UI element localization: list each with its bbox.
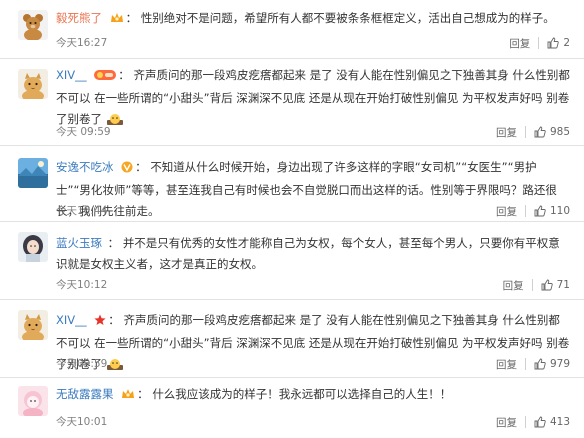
like-count: 2 bbox=[563, 37, 570, 49]
thumbs-up-icon bbox=[534, 358, 546, 370]
avatar[interactable] bbox=[18, 69, 48, 99]
reply-button[interactable]: 回复 bbox=[496, 125, 517, 140]
comment-text: 并不是只有优秀的女性才能称自己为女权，每个女人，甚至每个男人，只要你有平权意识就… bbox=[56, 236, 560, 271]
divider bbox=[524, 358, 526, 370]
comment-time: 今天10:44 bbox=[56, 205, 108, 217]
thumbs-up-icon bbox=[541, 279, 553, 291]
comment-time: 今天 09:59 bbox=[56, 126, 111, 138]
avatar[interactable] bbox=[18, 232, 48, 262]
username[interactable]: 无敌露露果 bbox=[56, 387, 114, 401]
comment-item: 毅死熊了 ： 性别绝对不是问题，希望所有人都不要被条条框框定义，活出自己想成为的… bbox=[0, 0, 584, 58]
cat-icon bbox=[18, 69, 48, 99]
girl-portrait-icon bbox=[18, 232, 48, 262]
username[interactable]: 安逸不吃冰 bbox=[56, 160, 114, 174]
comment-item: XIV__ ： 齐声质问的那一段鸡皮疙瘩都起来 是了 没有人能在性别偏见之下独善… bbox=[0, 58, 584, 145]
like-count: 979 bbox=[549, 358, 570, 370]
like-count: 71 bbox=[556, 279, 570, 291]
comment-text: 齐声质问的那一段鸡皮疙瘩都起来 是了 没有人能在性别偏见之下独善其身 什么性别都… bbox=[56, 68, 570, 126]
divider bbox=[524, 205, 526, 217]
like-count: 110 bbox=[549, 205, 570, 217]
divider bbox=[538, 37, 540, 49]
landscape-icon bbox=[18, 158, 48, 188]
thumbs-up-icon bbox=[534, 416, 546, 428]
thumbs-up-icon bbox=[547, 37, 560, 49]
like-button[interactable]: 985 bbox=[534, 126, 570, 138]
thumbs-up-icon bbox=[534, 205, 546, 217]
comment-text: 什么我应该成为的样子！我永远都可以选择自己的人生！！ bbox=[152, 387, 452, 401]
comment-item: 无敌露露果 ： 什么我应该成为的样子！我永远都可以选择自己的人生！！ 今天10:… bbox=[0, 377, 584, 438]
avatar[interactable] bbox=[18, 386, 48, 416]
like-count: 985 bbox=[549, 126, 570, 138]
comment-time: 今天10:01 bbox=[56, 416, 108, 428]
vip-crown-badge-icon bbox=[121, 386, 135, 407]
username[interactable]: XIV__ bbox=[56, 313, 87, 327]
reply-button[interactable]: 回复 bbox=[496, 357, 517, 372]
username[interactable]: XIV__ bbox=[56, 68, 87, 82]
comment-text: 性别绝对不是问题，希望所有人都不要被条条框框定义，活出自己想成为的样子。 bbox=[140, 11, 555, 25]
level-badge-icon bbox=[94, 67, 117, 88]
divider bbox=[531, 279, 533, 291]
cat-icon bbox=[18, 310, 48, 340]
avatar[interactable] bbox=[18, 310, 48, 340]
reply-button[interactable]: 回复 bbox=[496, 415, 517, 430]
reply-button[interactable]: 回复 bbox=[503, 278, 524, 293]
verified-v-badge-icon bbox=[121, 159, 133, 180]
comment-time: 今天16:27 bbox=[56, 37, 108, 49]
comment-item: XIV__ ： 齐声质问的那一段鸡皮疙瘩都起来 是了 没有人能在性别偏见之下独善… bbox=[0, 299, 584, 377]
username[interactable]: 毅死熊了 bbox=[56, 11, 102, 25]
divider bbox=[524, 126, 526, 138]
like-button[interactable]: 71 bbox=[541, 279, 570, 291]
pink-character-icon bbox=[18, 386, 48, 416]
comment-list: 毅死熊了 ： 性别绝对不是问题，希望所有人都不要被条条框框定义，活出自己想成为的… bbox=[0, 0, 584, 438]
comment-item: 安逸不吃冰 ： 不知道从什么时候开始，身边出现了许多这样的字眼“女司机”“女医生… bbox=[0, 145, 584, 221]
comment-item: 蓝火玉琢 ： 并不是只有优秀的女性才能称自己为女权，每个女人，甚至每个男人，只要… bbox=[0, 221, 584, 299]
comment-time: 今天09:59 bbox=[56, 358, 108, 370]
vip-crown-badge-icon bbox=[110, 10, 124, 31]
like-button[interactable]: 110 bbox=[534, 205, 570, 217]
comment-time: 今天10:12 bbox=[56, 279, 108, 291]
avatar[interactable] bbox=[18, 158, 48, 188]
username[interactable]: 蓝火玉琢 bbox=[56, 236, 102, 250]
star-badge-icon bbox=[94, 312, 106, 333]
teddy-bear-icon bbox=[18, 10, 48, 40]
thumbs-up-icon bbox=[534, 126, 546, 138]
reply-button[interactable]: 回复 bbox=[496, 204, 517, 219]
like-button[interactable]: 413 bbox=[534, 416, 570, 428]
divider bbox=[524, 416, 526, 428]
like-count: 413 bbox=[549, 416, 570, 428]
like-button[interactable]: 2 bbox=[547, 37, 570, 49]
avatar[interactable] bbox=[18, 10, 48, 40]
like-button[interactable]: 979 bbox=[534, 358, 570, 370]
reply-button[interactable]: 回复 bbox=[509, 36, 530, 51]
